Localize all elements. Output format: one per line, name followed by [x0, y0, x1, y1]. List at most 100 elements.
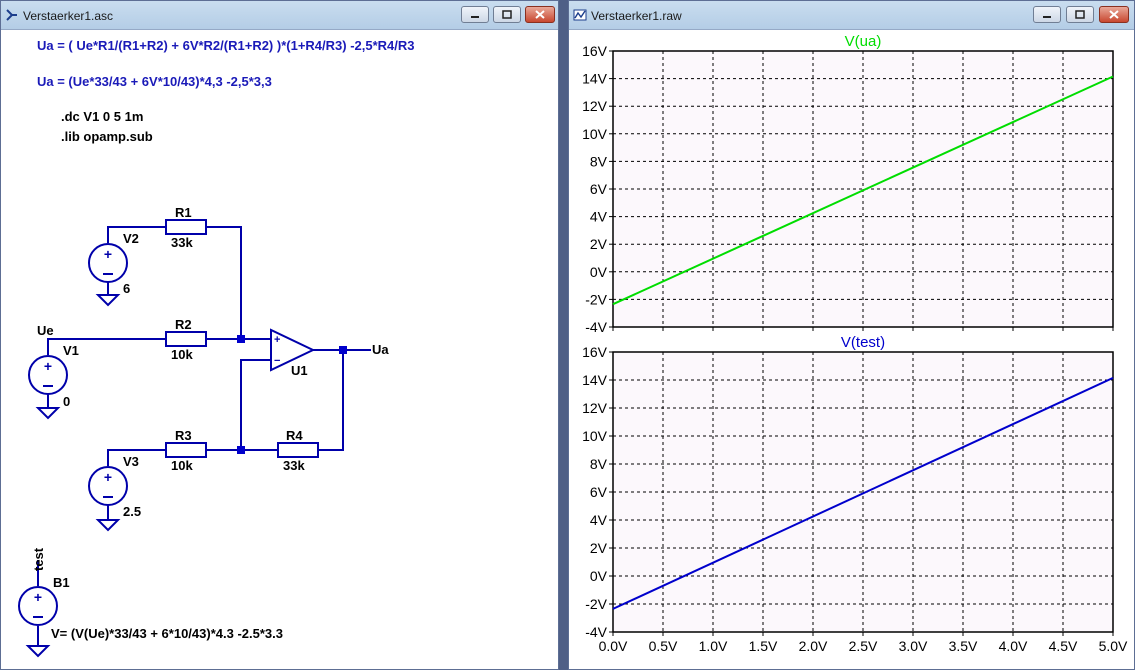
restore-button[interactable]: [1066, 6, 1094, 23]
y-tick-label: 4V: [590, 209, 608, 225]
waveform-plots[interactable]: 16V 14V 12V 10V 8V 6V 4V 2V 0V -2V -4V V(ua) 16V 14V 1…: [569, 30, 1134, 670]
resistor-r1[interactable]: [165, 219, 207, 235]
wires: [37, 226, 371, 646]
ground-icon: [35, 407, 61, 420]
y-tick-label: 16V: [582, 344, 608, 360]
x-tick-label: 0.5V: [649, 638, 678, 654]
close-icon: [1109, 10, 1119, 19]
y-tick-label: 0V: [590, 568, 608, 584]
plus-sign: +: [104, 246, 112, 262]
r4-value: 33k: [283, 458, 305, 473]
minimize-icon: [471, 16, 479, 18]
minimize-button[interactable]: [1033, 6, 1061, 23]
resistor-r4[interactable]: [277, 442, 319, 458]
junction-dot: [237, 335, 245, 343]
restore-icon: [502, 10, 512, 19]
trace-title: V(ua): [845, 33, 882, 50]
y-tick-label: 6V: [590, 181, 608, 197]
y-tick-label: 2V: [590, 540, 608, 556]
y-tick-label: 8V: [590, 153, 608, 169]
minimize-button[interactable]: [461, 6, 489, 23]
waveform-titlebar[interactable]: Verstaerker1.raw: [569, 1, 1134, 30]
x-tick-label: 4.0V: [999, 638, 1028, 654]
y-tick-label: 10V: [582, 126, 608, 142]
resistor-r2[interactable]: [165, 331, 207, 347]
r4-name: R4: [286, 428, 303, 443]
r3-name: R3: [175, 428, 192, 443]
window-title: Verstaerker1.asc: [23, 9, 114, 23]
r3-value: 10k: [171, 458, 193, 473]
minimize-icon: [1043, 16, 1051, 18]
y-tick-label: 6V: [590, 484, 608, 500]
r2-value: 10k: [171, 347, 193, 362]
x-tick-label: 1.5V: [749, 638, 778, 654]
y-tick-label: 2V: [590, 236, 608, 252]
y-tick-label: 12V: [582, 400, 608, 416]
equation-line-1: Ua = ( Ue*R1/(R1+R2) + 6V*R2/(R1+R2) )*(…: [37, 38, 415, 53]
v2-name: V2: [123, 231, 139, 246]
opamp-minus-label: −: [274, 355, 280, 367]
dc-directive: .dc V1 0 5 1m: [61, 109, 143, 124]
schematic-canvas[interactable]: Ua = ( Ue*R1/(R1+R2) + 6V*R2/(R1+R2) )*(…: [1, 30, 558, 670]
x-tick-label: 5.0V: [1099, 638, 1128, 654]
y-tick-label: -4V: [585, 319, 607, 335]
equation-line-2: Ua = (Ue*33/43 + 6V*10/43)*4,3 -2,5*3,3: [37, 74, 272, 89]
junction-dot: [237, 446, 245, 454]
source-v1[interactable]: +: [28, 355, 68, 395]
close-button[interactable]: [1099, 6, 1129, 23]
y-tick-label: 8V: [590, 456, 608, 472]
net-label-ua: Ua: [372, 342, 389, 357]
lib-directive: .lib opamp.sub: [61, 129, 153, 144]
ground-icon: [25, 645, 51, 658]
plus-sign: +: [34, 589, 42, 605]
y-tick-label: -2V: [585, 596, 607, 612]
close-button[interactable]: [525, 6, 555, 23]
x-tick-label: 2.0V: [799, 638, 828, 654]
junction-dot: [339, 346, 347, 354]
r1-value: 33k: [171, 235, 193, 250]
y-tick-label: 14V: [582, 372, 608, 388]
u1-name: U1: [291, 363, 308, 378]
trace-title: V(test): [841, 334, 885, 351]
y-tick-label: 10V: [582, 428, 608, 444]
waveform-window[interactable]: Verstaerker1.raw 16V 14V 12V 10V 8V 6V 4V 2V 0V -…: [568, 0, 1135, 670]
y-tick-label: 4V: [590, 512, 608, 528]
plus-sign: +: [44, 358, 52, 374]
ltspice-icon: [6, 9, 17, 21]
restore-icon: [1075, 10, 1085, 19]
x-tick-label: 4.5V: [1049, 638, 1078, 654]
x-tick-label: 0.0V: [599, 638, 628, 654]
source-v3[interactable]: +: [88, 466, 128, 506]
source-b1[interactable]: +: [18, 586, 58, 626]
b1-expression: V= (V(Ue)*33/43 + 6*10/43)*4.3 -2.5*3.3: [51, 626, 283, 641]
v1-value: 0: [63, 394, 70, 409]
source-v2[interactable]: +: [88, 243, 128, 283]
v2-value: 6: [123, 281, 130, 296]
r2-name: R2: [175, 317, 192, 332]
ground-icon: [95, 519, 121, 532]
v3-value: 2.5: [123, 504, 141, 519]
y-tick-label: 16V: [582, 43, 608, 59]
b1-name: B1: [53, 575, 70, 590]
resistor-r3[interactable]: [165, 442, 207, 458]
r1-name: R1: [175, 205, 192, 220]
x-tick-label: 1.0V: [699, 638, 728, 654]
window-title: Verstaerker1.raw: [591, 9, 682, 23]
restore-button[interactable]: [493, 6, 521, 23]
y-tick-label: 14V: [582, 71, 608, 87]
v1-name: V1: [63, 343, 79, 358]
plus-sign: +: [104, 469, 112, 485]
ground-icon: [95, 294, 121, 307]
schematic-window[interactable]: Verstaerker1.asc Ua = ( Ue*R1/(R1+R2) + …: [0, 0, 559, 670]
schematic-titlebar[interactable]: Verstaerker1.asc: [1, 1, 558, 30]
opamp-plus-label: +: [274, 334, 280, 346]
y-tick-label: 12V: [582, 98, 608, 114]
v3-name: V3: [123, 454, 139, 469]
x-tick-label: 3.5V: [949, 638, 978, 654]
y-tick-label: 0V: [590, 264, 608, 280]
x-tick-label: 2.5V: [849, 638, 878, 654]
close-icon: [535, 10, 545, 19]
y-tick-label: -2V: [585, 291, 607, 307]
net-label-test: test: [31, 547, 46, 571]
x-tick-label: 3.0V: [899, 638, 928, 654]
